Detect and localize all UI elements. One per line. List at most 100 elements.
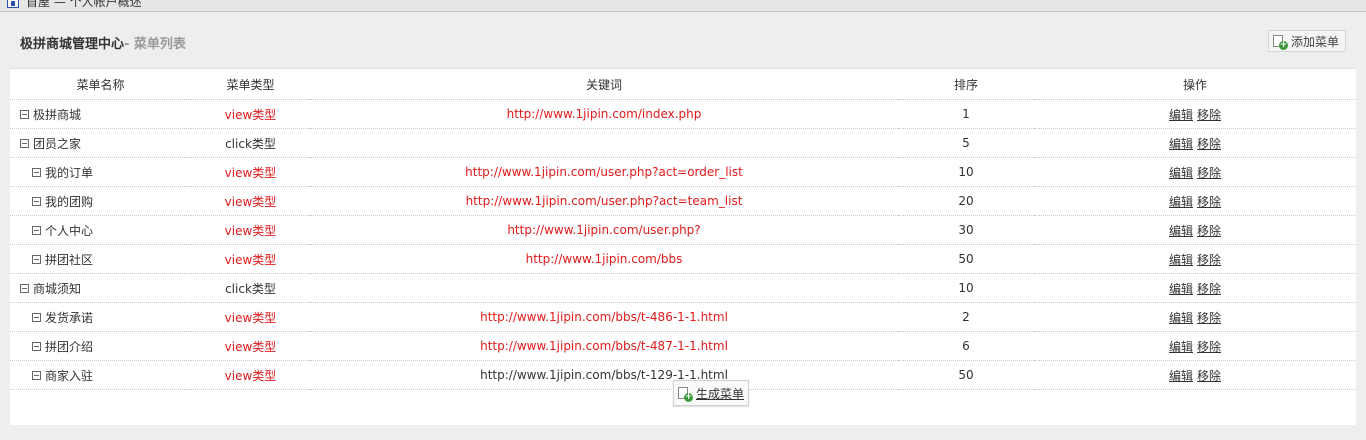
menu-name-cell: 我的团购 bbox=[10, 186, 191, 216]
remove-link[interactable]: 移除 bbox=[1197, 282, 1221, 296]
column-header-name: 菜单名称 bbox=[10, 69, 191, 100]
menu-sort: 6 bbox=[898, 331, 1034, 361]
page-title-sub: - 菜单列表 bbox=[124, 37, 186, 52]
edit-link[interactable]: 编辑 bbox=[1169, 340, 1193, 354]
remove-link[interactable]: 移除 bbox=[1197, 311, 1221, 325]
column-header-keyword: 关键词 bbox=[310, 69, 898, 100]
collapse-tree-icon[interactable] bbox=[32, 225, 41, 235]
remove-link[interactable]: 移除 bbox=[1197, 369, 1221, 383]
collapse-tree-icon[interactable] bbox=[20, 283, 29, 293]
menu-actions: 编辑 移除 bbox=[1034, 331, 1356, 361]
menu-actions: 编辑 移除 bbox=[1034, 244, 1356, 274]
edit-link[interactable]: 编辑 bbox=[1169, 369, 1193, 383]
table-row: 我的团购 view类型 http://www.1jipin.com/user.php… bbox=[10, 186, 1356, 216]
menu-keyword: http://www.1jipin.com/index.php bbox=[310, 99, 898, 129]
column-header-sort: 排序 bbox=[898, 69, 1034, 100]
menu-name-cell: 商家入驻 bbox=[10, 360, 191, 390]
table-row: 发货承诺 view类型 http://www.1jipin.com/bbs/t-48… bbox=[10, 302, 1356, 332]
menu-sort: 2 bbox=[898, 302, 1034, 332]
menu-actions: 编辑 移除 bbox=[1034, 302, 1356, 332]
edit-link[interactable]: 编辑 bbox=[1169, 166, 1193, 180]
menu-keyword: http://www.1jipin.com/bbs bbox=[310, 244, 898, 274]
collapse-tree-icon[interactable] bbox=[20, 138, 29, 148]
add-menu-button[interactable]: + 添加菜单 bbox=[1268, 30, 1347, 52]
menu-name-cell: 拼团社区 bbox=[10, 244, 191, 274]
edit-link[interactable]: 编辑 bbox=[1169, 253, 1193, 267]
menu-type: click类型 bbox=[191, 273, 310, 303]
menu-type: click类型 bbox=[191, 128, 310, 158]
menu-actions: 编辑 移除 bbox=[1034, 157, 1356, 187]
menu-name-cell: 团员之家 bbox=[10, 128, 191, 158]
menu-sort: 10 bbox=[898, 157, 1034, 187]
menu-type: view类型 bbox=[191, 331, 310, 361]
menu-sort: 1 bbox=[898, 99, 1034, 129]
menu-name: 商家入驻 bbox=[45, 368, 94, 383]
page-title: 极拼商城管理中心- 菜单列表 bbox=[20, 33, 186, 52]
menu-name-cell: 拼团介绍 bbox=[10, 331, 191, 361]
table-row: 我的订单 view类型 http://www.1jipin.com/user.php… bbox=[10, 157, 1356, 187]
page-title-main: 极拼商城管理中心 bbox=[20, 37, 125, 52]
breadcrumb: 首屋 — 个人帐户概述 bbox=[26, 0, 142, 9]
menu-name-cell: 极拼商城 bbox=[10, 99, 191, 129]
menu-name: 极拼商城 bbox=[33, 107, 82, 122]
column-header-actions: 操作 bbox=[1034, 69, 1356, 100]
remove-link[interactable]: 移除 bbox=[1197, 137, 1221, 151]
edit-link[interactable]: 编辑 bbox=[1169, 195, 1193, 209]
collapse-tree-icon[interactable] bbox=[32, 312, 41, 322]
menu-name: 我的团购 bbox=[45, 194, 94, 209]
generate-menu-button-label: 生成菜单 bbox=[696, 386, 745, 401]
remove-link[interactable]: 移除 bbox=[1197, 108, 1221, 122]
collapse-tree-icon[interactable] bbox=[32, 341, 41, 351]
table-row: 拼团社区 view类型 http://www.1jipin.com/bbs 50 编辑移… bbox=[10, 244, 1356, 274]
column-header-type: 菜单类型 bbox=[191, 69, 310, 100]
table-row: 拼团介绍 view类型 http://www.1jipin.com/bbs/t-48… bbox=[10, 331, 1356, 361]
menu-keyword: http://www.1jipin.com/user.php? bbox=[310, 215, 898, 245]
menu-sort: 10 bbox=[898, 273, 1034, 303]
menu-sort: 5 bbox=[898, 128, 1034, 158]
menu-actions: 编辑 移除 bbox=[1034, 128, 1356, 158]
menu-keyword: http://www.1jipin.com/bbs/t-129-1-1.html bbox=[310, 360, 898, 390]
edit-link[interactable]: 编辑 bbox=[1169, 137, 1193, 151]
home-icon[interactable] bbox=[7, 0, 19, 8]
edit-link[interactable]: 编辑 bbox=[1169, 108, 1193, 122]
remove-link[interactable]: 移除 bbox=[1197, 340, 1221, 354]
menu-keyword: http://www.1jipin.com/bbs/t-487-1-1.html bbox=[310, 331, 898, 361]
remove-link[interactable]: 移除 bbox=[1197, 195, 1221, 209]
menu-name-cell: 我的订单 bbox=[10, 157, 191, 187]
collapse-tree-icon[interactable] bbox=[32, 254, 41, 264]
menu-name: 我的订单 bbox=[45, 165, 94, 180]
remove-link[interactable]: 移除 bbox=[1197, 253, 1221, 267]
menu-type: view类型 bbox=[191, 186, 310, 216]
menu-keyword bbox=[310, 273, 898, 303]
table-row: 极拼商城 view类型 http://www.1jipin.com/index.ph… bbox=[10, 99, 1356, 129]
table-row: 团员之家 click类型 5 编辑 移除 bbox=[10, 128, 1356, 158]
menu-actions: 编辑 移除 bbox=[1034, 99, 1356, 129]
add-document-icon: + bbox=[678, 387, 693, 402]
menu-list-panel: 菜单名称 菜单类型 关键词 排序 操作 极拼商城 view类型 http://www… bbox=[10, 68, 1356, 425]
collapse-tree-icon[interactable] bbox=[32, 167, 41, 177]
edit-link[interactable]: 编辑 bbox=[1169, 311, 1193, 325]
collapse-tree-icon[interactable] bbox=[32, 370, 41, 380]
collapse-tree-icon[interactable] bbox=[20, 109, 29, 119]
menu-name-cell: 商城须知 bbox=[10, 273, 191, 303]
menu-name: 拼团介绍 bbox=[45, 339, 94, 354]
menu-type: view类型 bbox=[191, 244, 310, 274]
remove-link[interactable]: 移除 bbox=[1197, 166, 1221, 180]
edit-link[interactable]: 编辑 bbox=[1169, 224, 1193, 238]
menu-sort: 30 bbox=[898, 215, 1034, 245]
menu-name: 拼团社区 bbox=[45, 252, 94, 267]
edit-link[interactable]: 编辑 bbox=[1169, 282, 1193, 296]
menu-actions: 编辑 移除 bbox=[1034, 215, 1356, 245]
remove-link[interactable]: 移除 bbox=[1197, 224, 1221, 238]
menu-table: 菜单名称 菜单类型 关键词 排序 操作 极拼商城 view类型 http://www… bbox=[10, 69, 1356, 390]
generate-menu-button[interactable]: + 生成菜单 bbox=[673, 380, 750, 406]
menu-keyword: http://www.1jipin.com/bbs/t-486-1-1.html bbox=[310, 302, 898, 332]
menu-sort: 20 bbox=[898, 186, 1034, 216]
menu-keyword: http://www.1jipin.com/user.php?act=order… bbox=[310, 157, 898, 187]
menu-actions: 编辑 移除 bbox=[1034, 273, 1356, 303]
collapse-tree-icon[interactable] bbox=[32, 196, 41, 206]
menu-name: 个人中心 bbox=[45, 223, 94, 238]
add-document-icon: + bbox=[1273, 35, 1288, 50]
menu-type: view类型 bbox=[191, 99, 310, 129]
menu-name-cell: 个人中心 bbox=[10, 215, 191, 245]
